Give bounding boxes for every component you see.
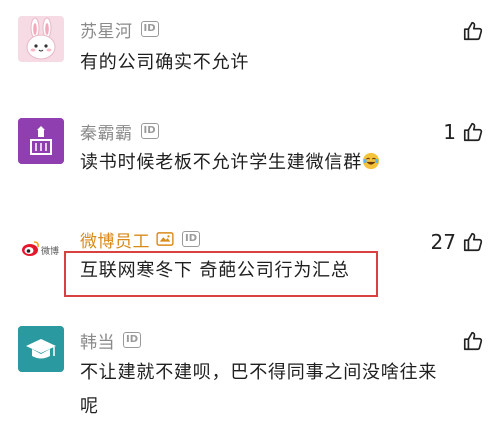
avatar[interactable] [18,16,64,62]
like-button[interactable] [456,330,484,352]
highlight-annotation-box [64,251,378,297]
thumbs-up-icon [463,232,483,252]
id-badge: ID [123,332,142,348]
avatar[interactable]: 微博 [18,226,64,272]
avatar[interactable] [18,326,64,372]
avatar[interactable] [18,118,64,164]
username[interactable]: 苏星河 [80,17,133,42]
id-badge: ID [140,123,159,139]
thumbs-up-icon [463,21,483,41]
username-row: 韩当 ID [80,328,142,353]
username-row: 苏星河 ID [80,17,159,42]
id-badge: ID [140,21,159,37]
verified-badge-icon [156,232,174,246]
id-badge: ID [182,231,201,247]
comment-text-content: 读书时候老板不允许学生建微信群 [80,152,362,173]
username-row: 秦霸霸 ID [80,119,159,144]
comment-item: 秦霸霸 ID 读书时候老板不允许学生建微信群 1 [0,100,500,210]
avatar-label: 微博 [41,245,59,257]
bunny-icon [18,16,64,62]
thumbs-up-icon [463,331,483,351]
building-icon [18,118,64,164]
comment-text: 不让建就不建呗，巴不得同事之间没啥往来呢 [80,362,438,417]
laughing-emoji-icon [362,152,380,170]
username-row: 微博员工 ID [80,227,201,252]
username[interactable]: 韩当 [80,328,115,353]
like-button[interactable]: 27 [431,230,484,254]
comment-item: 苏星河 ID 有的公司确实不允许 [0,0,500,100]
weibo-logo-icon: 微博 [18,226,64,272]
comment-item: 韩当 ID 不让建就不建呗，巴不得同事之间没啥往来呢 [0,320,500,431]
comment-text: 有的公司确实不允许 [80,52,250,73]
like-count: 27 [430,230,456,254]
username[interactable]: 微博员工 [80,227,150,252]
comment-text: 读书时候老板不允许学生建微信群 [80,146,440,180]
graduation-cap-icon [18,326,64,372]
like-count: 1 [443,120,456,144]
username[interactable]: 秦霸霸 [80,119,133,144]
like-button[interactable]: 1 [443,120,484,144]
like-button[interactable] [456,20,484,42]
thumbs-up-icon [463,122,483,142]
